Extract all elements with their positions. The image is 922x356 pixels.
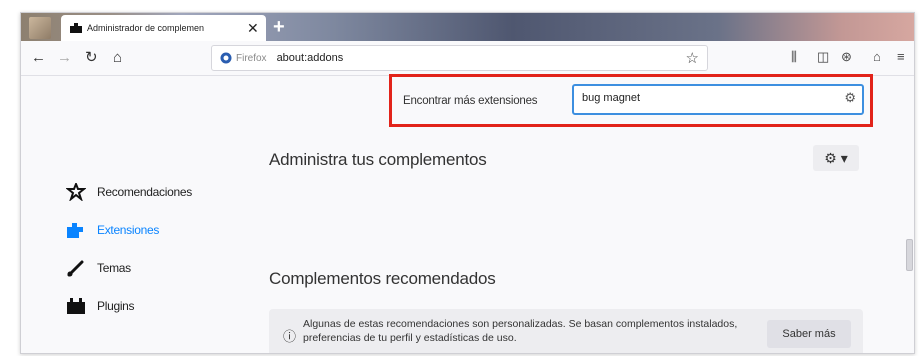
menu-icon[interactable]: ≡ — [897, 49, 905, 64]
addons-page: Encontrar más extensiones bug magnet ⚙ R… — [21, 74, 914, 353]
sidebar-item-label: Recomendaciones — [97, 185, 192, 199]
sidebar-icon[interactable]: ◫ — [817, 49, 829, 65]
firefox-logo-icon — [220, 52, 232, 64]
library-icon[interactable]: ⫼ — [791, 49, 797, 65]
recommendations-icon — [65, 182, 87, 202]
url-text[interactable]: about:addons — [277, 52, 344, 64]
learn-more-button[interactable]: Saber más — [767, 320, 851, 348]
page-title: Administra tus complementos — [269, 150, 487, 169]
info-icon: ⓘ — [283, 329, 297, 344]
sidebar-item-themes[interactable]: Temas — [65, 258, 131, 278]
sidebar-item-recommendations[interactable]: Recomendaciones — [65, 182, 192, 202]
tab-strip: Administrador de complemen ✕ + — [21, 13, 914, 41]
account-icon[interactable]: ⊛ — [841, 49, 852, 65]
browser-window: Administrador de complemen ✕ + ← → ↻ ⌂ F… — [20, 12, 915, 354]
tools-gear-button[interactable]: ⚙ ▾ — [813, 145, 859, 171]
search-label: Encontrar más extensiones — [403, 95, 538, 107]
search-value: bug magnet — [582, 92, 641, 104]
new-tab-button[interactable]: + — [273, 16, 285, 38]
extensions-icon — [65, 220, 87, 240]
sidebar-item-extensions[interactable]: Extensiones — [65, 220, 159, 240]
forward-arrow-icon[interactable]: → — [57, 47, 72, 67]
tab-thumbnail[interactable] — [29, 17, 51, 39]
active-tab[interactable]: Administrador de complemen ✕ — [61, 15, 266, 41]
url-bar[interactable]: Firefox about:addons ☆ — [211, 45, 708, 71]
gift-icon[interactable]: ⌂ — [873, 49, 881, 64]
sidebar-item-label: Extensiones — [97, 223, 160, 237]
close-tab-icon[interactable]: ✕ — [247, 21, 259, 35]
bookmark-star-icon[interactable]: ☆ — [686, 49, 699, 67]
home-icon[interactable]: ⌂ — [113, 47, 122, 67]
back-arrow-icon[interactable]: ← — [31, 47, 46, 67]
scrollbar-thumb[interactable] — [906, 239, 913, 271]
sidebar-item-label: Plugins — [97, 299, 135, 313]
identity-label: Firefox — [236, 52, 267, 64]
reload-icon[interactable]: ↻ — [85, 47, 98, 67]
themes-icon — [65, 258, 87, 278]
plugins-icon — [65, 296, 87, 316]
search-input[interactable]: bug magnet ⚙ — [572, 84, 864, 115]
sidebar-item-plugins[interactable]: Plugins — [65, 296, 135, 316]
search-gear-icon[interactable]: ⚙ — [844, 90, 856, 106]
sidebar-item-label: Temas — [97, 261, 131, 275]
notice-text: Algunas de estas recomendaciones son per… — [303, 318, 738, 344]
recommended-heading: Complementos recomendados — [269, 269, 496, 288]
personalization-notice: ⓘ Algunas de estas recomendaciones son p… — [269, 309, 863, 353]
puzzle-icon — [67, 20, 85, 36]
navigation-toolbar: ← → ↻ ⌂ Firefox about:addons ☆ ⫼ ◫ ⊛ ⌂ ≡ — [21, 41, 914, 76]
tab-title: Administrador de complemen — [87, 23, 205, 33]
